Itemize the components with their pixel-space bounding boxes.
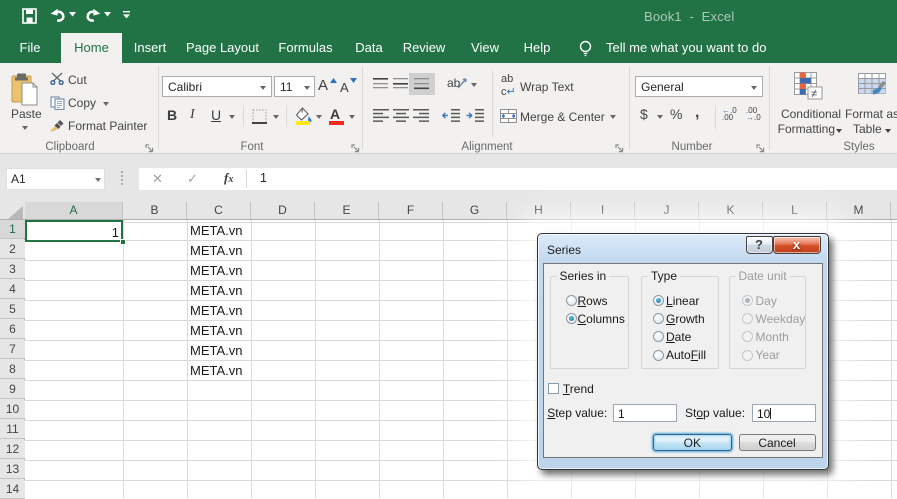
svg-text:≠: ≠: [811, 88, 817, 100]
